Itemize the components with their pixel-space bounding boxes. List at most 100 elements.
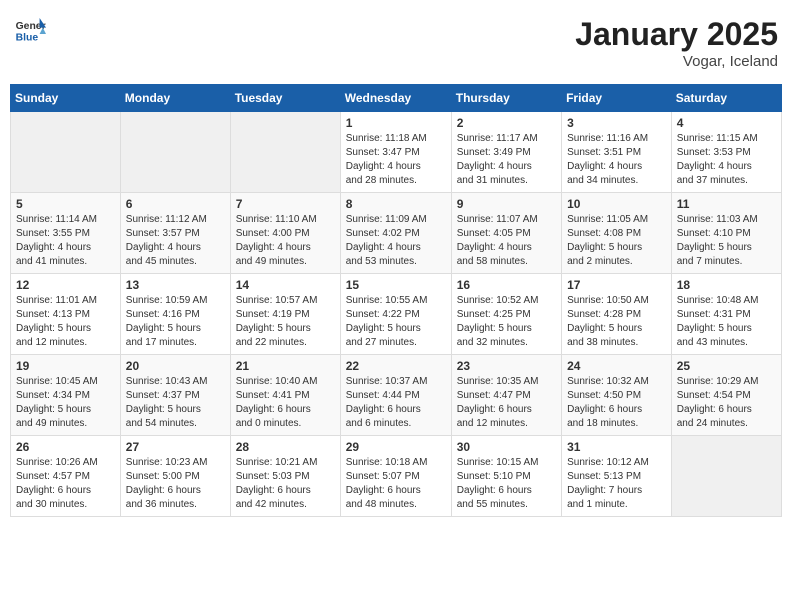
calendar-cell: 31 Sunrise: 10:12 AM Sunset: 5:13 PM Dayl… (562, 436, 672, 517)
day-info: Sunrise: 10:26 AM Sunset: 4:57 PM Daylig… (16, 456, 115, 512)
day-info: Sunrise: 10:52 AM Sunset: 4:25 PM Daylig… (457, 294, 556, 350)
day-info: Sunrise: 10:15 AM Sunset: 5:10 PM Daylig… (457, 456, 556, 512)
svg-text:Blue: Blue (16, 32, 39, 43)
day-info: Sunrise: 10:55 AM Sunset: 4:22 PM Daylig… (346, 294, 446, 350)
day-number: 31 (567, 440, 666, 454)
calendar-cell: 24Sunrise: 10:32 AM Sunset: 4:50 PM Dayl… (562, 355, 672, 436)
logo-icon: General Blue (14, 16, 46, 44)
calendar-week-row: 12 Sunrise: 11:01 AM Sunset: 4:13 PM Dayl… (11, 274, 782, 355)
day-info: Sunrise: 11:16 AM Sunset: 3:51 PM Daylig… (567, 132, 666, 188)
calendar-cell: 9Sunrise: 11:07 AM Sunset: 4:05 PM Dayli… (451, 193, 561, 274)
calendar-cell: 29 Sunrise: 10:18 AM Sunset: 5:07 PM Dayl… (340, 436, 451, 517)
calendar-cell: 19Sunrise: 10:45 AM Sunset: 4:34 PM Dayl… (11, 355, 121, 436)
day-number: 20 (126, 359, 225, 373)
calendar-cell: 28 Sunrise: 10:21 AM Sunset: 5:03 PM Dayl… (230, 436, 340, 517)
calendar-cell (230, 112, 340, 193)
calendar-table: SundayMondayTuesdayWednesdayThursdayFrid… (10, 84, 782, 517)
calendar-subtitle: Vogar, Iceland (575, 53, 778, 70)
calendar-cell: 16 Sunrise: 10:52 AM Sunset: 4:25 PM Dayl… (451, 274, 561, 355)
title-block: January 2025 Vogar, Iceland (575, 16, 778, 70)
day-number: 27 (126, 440, 225, 454)
calendar-cell: 25Sunrise: 10:29 AM Sunset: 4:54 PM Dayl… (671, 355, 781, 436)
day-number: 1 (346, 116, 446, 130)
calendar-cell (671, 436, 781, 517)
calendar-cell: 3 Sunrise: 11:16 AM Sunset: 3:51 PM Dayli… (562, 112, 672, 193)
calendar-cell: 30 Sunrise: 10:15 AM Sunset: 5:10 PM Dayl… (451, 436, 561, 517)
day-number: 14 (236, 278, 335, 292)
day-number: 28 (236, 440, 335, 454)
day-info: Sunrise: 11:17 AM Sunset: 3:49 PM Daylig… (457, 132, 556, 188)
calendar-week-row: 19Sunrise: 10:45 AM Sunset: 4:34 PM Dayl… (11, 355, 782, 436)
day-info: Sunrise: 10:18 AM Sunset: 5:07 PM Daylig… (346, 456, 446, 512)
day-number: 4 (677, 116, 776, 130)
calendar-title: January 2025 (575, 16, 778, 53)
calendar-cell: 14 Sunrise: 10:57 AM Sunset: 4:19 PM Dayl… (230, 274, 340, 355)
day-number: 29 (346, 440, 446, 454)
day-number: 3 (567, 116, 666, 130)
weekday-header-sunday: Sunday (11, 85, 121, 112)
day-number: 11 (677, 197, 776, 211)
day-info: Sunrise: 11:12 AM Sunset: 3:57 PM Daylig… (126, 213, 225, 269)
day-info: Sunrise: 11:18 AM Sunset: 3:47 PM Daylig… (346, 132, 446, 188)
calendar-week-row: 1 Sunrise: 11:18 AM Sunset: 3:47 PM Dayli… (11, 112, 782, 193)
calendar-cell: 5Sunrise: 11:14 AM Sunset: 3:55 PM Dayli… (11, 193, 121, 274)
day-info: Sunrise: 10:43 AM Sunset: 4:37 PM Daylig… (126, 375, 225, 431)
day-info: Sunrise: 11:10 AM Sunset: 4:00 PM Daylig… (236, 213, 335, 269)
day-number: 17 (567, 278, 666, 292)
day-info: Sunrise: 10:29 AM Sunset: 4:54 PM Daylig… (677, 375, 776, 431)
weekday-header-tuesday: Tuesday (230, 85, 340, 112)
day-number: 12 (16, 278, 115, 292)
day-number: 23 (457, 359, 556, 373)
weekday-header-thursday: Thursday (451, 85, 561, 112)
day-number: 16 (457, 278, 556, 292)
calendar-cell: 27Sunrise: 10:23 AM Sunset: 5:00 PM Dayl… (120, 436, 230, 517)
day-number: 2 (457, 116, 556, 130)
calendar-cell: 17 Sunrise: 10:50 AM Sunset: 4:28 PM Dayl… (562, 274, 672, 355)
page-header: General Blue January 2025 Vogar, Iceland (10, 10, 782, 76)
day-number: 15 (346, 278, 446, 292)
day-info: Sunrise: 10:21 AM Sunset: 5:03 PM Daylig… (236, 456, 335, 512)
weekday-header-friday: Friday (562, 85, 672, 112)
calendar-cell: 8 Sunrise: 11:09 AM Sunset: 4:02 PM Dayli… (340, 193, 451, 274)
day-number: 9 (457, 197, 556, 211)
weekday-header-row: SundayMondayTuesdayWednesdayThursdayFrid… (11, 85, 782, 112)
calendar-cell: 7Sunrise: 11:10 AM Sunset: 4:00 PM Dayli… (230, 193, 340, 274)
calendar-cell: 11 Sunrise: 11:03 AM Sunset: 4:10 PM Dayl… (671, 193, 781, 274)
calendar-cell: 1 Sunrise: 11:18 AM Sunset: 3:47 PM Dayli… (340, 112, 451, 193)
day-number: 18 (677, 278, 776, 292)
day-info: Sunrise: 11:05 AM Sunset: 4:08 PM Daylig… (567, 213, 666, 269)
day-info: Sunrise: 10:57 AM Sunset: 4:19 PM Daylig… (236, 294, 335, 350)
calendar-cell: 4Sunrise: 11:15 AM Sunset: 3:53 PM Dayli… (671, 112, 781, 193)
day-number: 8 (346, 197, 446, 211)
day-number: 19 (16, 359, 115, 373)
day-info: Sunrise: 10:37 AM Sunset: 4:44 PM Daylig… (346, 375, 446, 431)
calendar-week-row: 26 Sunrise: 10:26 AM Sunset: 4:57 PM Dayl… (11, 436, 782, 517)
calendar-cell: 22 Sunrise: 10:37 AM Sunset: 4:44 PM Dayl… (340, 355, 451, 436)
calendar-cell: 15 Sunrise: 10:55 AM Sunset: 4:22 PM Dayl… (340, 274, 451, 355)
weekday-header-saturday: Saturday (671, 85, 781, 112)
calendar-cell: 12 Sunrise: 11:01 AM Sunset: 4:13 PM Dayl… (11, 274, 121, 355)
day-info: Sunrise: 11:14 AM Sunset: 3:55 PM Daylig… (16, 213, 115, 269)
day-number: 30 (457, 440, 556, 454)
day-info: Sunrise: 10:48 AM Sunset: 4:31 PM Daylig… (677, 294, 776, 350)
calendar-cell (11, 112, 121, 193)
calendar-cell: 6 Sunrise: 11:12 AM Sunset: 3:57 PM Dayli… (120, 193, 230, 274)
day-info: Sunrise: 10:50 AM Sunset: 4:28 PM Daylig… (567, 294, 666, 350)
day-info: Sunrise: 11:03 AM Sunset: 4:10 PM Daylig… (677, 213, 776, 269)
day-info: Sunrise: 11:09 AM Sunset: 4:02 PM Daylig… (346, 213, 446, 269)
calendar-cell: 10Sunrise: 11:05 AM Sunset: 4:08 PM Dayl… (562, 193, 672, 274)
day-number: 6 (126, 197, 225, 211)
calendar-cell: 13 Sunrise: 10:59 AM Sunset: 4:16 PM Dayl… (120, 274, 230, 355)
day-number: 26 (16, 440, 115, 454)
day-number: 22 (346, 359, 446, 373)
calendar-cell: 26 Sunrise: 10:26 AM Sunset: 4:57 PM Dayl… (11, 436, 121, 517)
logo: General Blue (14, 16, 46, 44)
calendar-cell: 21Sunrise: 10:40 AM Sunset: 4:41 PM Dayl… (230, 355, 340, 436)
day-number: 13 (126, 278, 225, 292)
day-info: Sunrise: 10:12 AM Sunset: 5:13 PM Daylig… (567, 456, 666, 512)
calendar-cell: 20 Sunrise: 10:43 AM Sunset: 4:37 PM Dayl… (120, 355, 230, 436)
calendar-cell: 2 Sunrise: 11:17 AM Sunset: 3:49 PM Dayli… (451, 112, 561, 193)
day-info: Sunrise: 10:32 AM Sunset: 4:50 PM Daylig… (567, 375, 666, 431)
day-info: Sunrise: 10:59 AM Sunset: 4:16 PM Daylig… (126, 294, 225, 350)
day-info: Sunrise: 11:01 AM Sunset: 4:13 PM Daylig… (16, 294, 115, 350)
